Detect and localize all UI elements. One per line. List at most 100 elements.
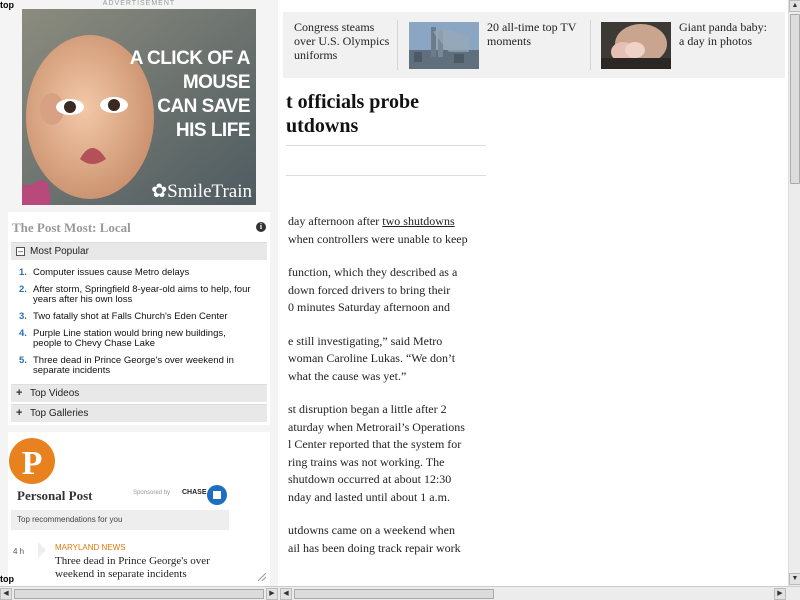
list-number: 4.: [19, 328, 27, 339]
section-kicker[interactable]: MARYLAND NEWS: [55, 543, 126, 552]
scroll-down-arrow-icon[interactable]: ▼: [789, 573, 800, 585]
sponsored-label: Sponsored by: [133, 490, 171, 496]
body-text: day afternoon after: [288, 214, 383, 228]
list-item-text: separate incidents: [33, 365, 111, 376]
section-label: Top Videos: [30, 388, 80, 399]
body-line: ail has been doing track repair work: [288, 540, 461, 555]
personal-post-title: Personal Post: [17, 488, 93, 503]
section-most-popular[interactable]: – Most Popular: [11, 242, 267, 260]
ad-headline-line: HIS LIFE: [175, 120, 251, 141]
divider: [286, 145, 486, 146]
scroll-left-arrow-icon[interactable]: ◀: [280, 588, 292, 600]
related-story-1-line: Congress steams: [294, 20, 375, 34]
body-line: st disruption began a little after 2: [288, 402, 447, 416]
ad-brand-name: SmileTrain: [167, 181, 252, 202]
headline-line: utdowns: [286, 115, 359, 137]
ad-label: ADVERTISEMENT: [102, 0, 176, 7]
chase-logo-icon: [207, 485, 227, 505]
headline-line: t officials probe: [286, 91, 419, 113]
related-story-1-line: uniforms: [294, 48, 338, 62]
divider: [397, 20, 398, 70]
paragraph: function, which they described as a down…: [288, 264, 488, 317]
most-popular-list: 1. Computer issues cause Metro delays 2.…: [11, 268, 267, 383]
body-line: function, which they described as a: [288, 265, 458, 279]
list-number: 2.: [19, 284, 27, 295]
section-label: Top Galleries: [30, 408, 89, 419]
scrollbar-thumb[interactable]: [790, 14, 800, 184]
body-line: down forced drivers to bring their: [288, 282, 451, 297]
two-shutdowns-link[interactable]: two shutdowns: [382, 214, 454, 228]
scroll-up-arrow-icon[interactable]: ▲: [789, 0, 800, 12]
body-line: nday and lasted until about 1 a.m.: [288, 489, 450, 504]
personal-post-widget: P Personal Post Sponsored by CHASE Top r…: [8, 432, 270, 586]
related-story-3-line: a day in photos: [679, 34, 752, 48]
body-line: l Center reported that the system for: [288, 437, 462, 451]
body-line: day afternoon after two shutdowns: [288, 213, 488, 231]
related-story-3-line: Giant panda baby:: [679, 20, 767, 34]
main-vertical-scrollbar[interactable]: ▲ ▼: [788, 0, 800, 586]
smiletrain-logo: ✿SmileTrain: [151, 180, 252, 203]
panda-baby-thumbnail[interactable]: [601, 22, 671, 69]
body-line: utdowns came on a weekend when: [288, 523, 455, 537]
list-item-text: years after his own loss: [33, 294, 133, 305]
related-story-2-line: moments: [487, 34, 531, 48]
scroll-right-arrow-icon[interactable]: ▶: [266, 588, 278, 600]
body-line: 0 minutes Saturday afternoon and: [288, 300, 450, 314]
related-story-2-line: 20 all-time top TV: [487, 20, 577, 34]
city-skyline-thumbnail[interactable]: [409, 22, 479, 69]
list-item[interactable]: 5. Three dead in Prince George's over we…: [11, 356, 267, 376]
story-line: weekend in separate incidents: [55, 568, 187, 580]
story-line: Three dead in Prince George's over: [55, 555, 210, 567]
expand-icon[interactable]: +: [16, 408, 22, 419]
ad-headline: A CLICK OF A MOUSE CAN SAVE HIS LIFE: [110, 47, 251, 143]
rail-scrollbar-thumb[interactable]: [14, 589, 264, 599]
smile-icon: ✿: [151, 181, 168, 202]
list-item[interactable]: 3. Two fatally shot at Falls Church's Ed…: [11, 312, 267, 322]
section-top-galleries[interactable]: + Top Galleries: [11, 404, 267, 422]
ad-headline-line: CAN SAVE: [157, 96, 250, 117]
paragraph: st disruption began a little after 2 atu…: [288, 401, 488, 506]
main-scrollbar-thumb[interactable]: [294, 589, 494, 599]
related-story-1[interactable]: Congress steams over U.S. Olympics unifo…: [294, 20, 389, 70]
paragraph: utdowns came on a weekend when ail has b…: [288, 522, 488, 557]
logo-letter: P: [22, 445, 43, 482]
scroll-right-arrow-icon[interactable]: ▶: [774, 588, 786, 600]
resize-grip-icon[interactable]: [258, 573, 266, 581]
horizontal-scrollbar[interactable]: ◀ ▶ ◀ ▶: [0, 586, 800, 600]
pointer-arrow-icon: [38, 542, 46, 558]
list-item[interactable]: 1. Computer issues cause Metro delays: [11, 268, 267, 278]
top-marker: top: [0, 574, 14, 584]
paragraph: e still investigating,” said Metro woman…: [288, 333, 488, 386]
recommended-story-link[interactable]: Three dead in Prince George's over weeke…: [55, 555, 255, 581]
body-line: shutdown occurred at about 12:30: [288, 472, 452, 486]
body-line: when controllers were unable to keep: [288, 231, 468, 246]
timestamp: 4 h: [13, 547, 25, 556]
list-item-text: Two fatally shot at Falls Church's Eden …: [33, 311, 228, 322]
post-most-title: The Post Most: Local: [12, 220, 131, 235]
related-stories-strip: Congress steams over U.S. Olympics unifo…: [283, 12, 785, 78]
article-headline: t officials probe utdowns: [286, 90, 419, 138]
info-icon[interactable]: i: [256, 222, 266, 232]
related-story-1-line: over U.S. Olympics: [294, 34, 390, 48]
list-item[interactable]: 4. Purple Line station would bring new b…: [11, 329, 267, 349]
ad-headline-line: MOUSE: [182, 72, 251, 93]
section-label: Most Popular: [30, 246, 89, 257]
body-line: ring trains was not working. The: [288, 454, 445, 469]
list-number: 3.: [19, 311, 27, 322]
scroll-left-arrow-icon[interactable]: ◀: [0, 588, 12, 600]
body-line: woman Caroline Lukas. “We don’t: [288, 351, 456, 365]
collapse-icon[interactable]: –: [16, 247, 25, 256]
left-rail: top ADVERTISEMENT A CLICK OF A MOUSE CAN…: [0, 0, 278, 586]
body-line: what the cause was yet.”: [288, 368, 407, 383]
list-number: 5.: [19, 355, 27, 366]
smile-train-ad[interactable]: A CLICK OF A MOUSE CAN SAVE HIS LIFE ✿Sm…: [22, 9, 256, 205]
list-item[interactable]: 2. After storm, Springfield 8-year-old a…: [11, 285, 267, 305]
ad-headline-line: A CLICK OF A: [129, 48, 251, 69]
paragraph: day afternoon after two shutdowns when c…: [288, 213, 488, 248]
related-story-3[interactable]: Giant panda baby: a day in photos: [679, 20, 767, 70]
related-story-2[interactable]: 20 all-time top TV moments: [487, 20, 576, 70]
expand-icon[interactable]: +: [16, 388, 22, 399]
recommendations-header: Top recommendations for you: [11, 510, 229, 530]
section-top-videos[interactable]: + Top Videos: [11, 384, 267, 402]
washington-post-logo-icon: P: [9, 438, 55, 484]
